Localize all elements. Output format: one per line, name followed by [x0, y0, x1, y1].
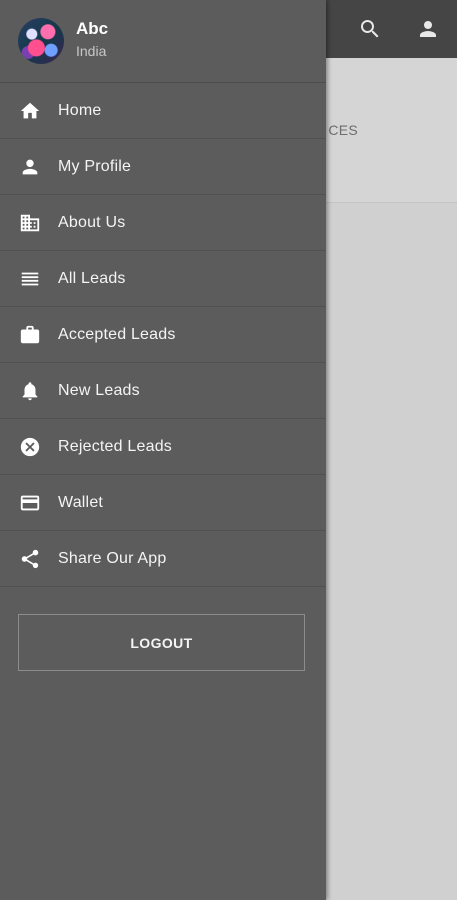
menu-item-home[interactable]: Home: [0, 83, 326, 139]
avatar[interactable]: [18, 18, 64, 64]
user-name: Abc: [76, 19, 109, 38]
building-icon: [19, 212, 41, 234]
menu-item-accepted-leads[interactable]: Accepted Leads: [0, 307, 326, 363]
home-icon: [19, 100, 41, 122]
logout-button[interactable]: LOGOUT: [18, 614, 305, 671]
menu-item-label: Accepted Leads: [58, 325, 176, 343]
menu-item-share-our-app[interactable]: Share Our App: [0, 531, 326, 587]
menu-item-label: Share Our App: [58, 549, 167, 567]
briefcase-icon: [19, 324, 41, 346]
menu-item-label: About Us: [58, 213, 126, 231]
account-button[interactable]: [412, 13, 444, 45]
list-icon: [19, 268, 41, 290]
cancel-circle-icon: [19, 436, 41, 458]
menu-item-label: Home: [58, 101, 102, 119]
menu-item-label: All Leads: [58, 269, 126, 287]
person-icon: [19, 156, 41, 178]
menu-item-label: My Profile: [58, 157, 132, 175]
menu-item-label: Wallet: [58, 493, 104, 511]
bell-icon: [19, 380, 41, 402]
search-button[interactable]: [354, 13, 386, 45]
menu-item-label: Rejected Leads: [58, 437, 172, 455]
account-icon: [420, 21, 436, 37]
user-location: India: [76, 43, 107, 59]
credit-card-icon: [19, 492, 41, 514]
menu-item-wallet[interactable]: Wallet: [0, 475, 326, 531]
menu-item-all-leads[interactable]: All Leads: [0, 251, 326, 307]
menu-item-label: New Leads: [58, 381, 140, 399]
menu-item-rejected-leads[interactable]: Rejected Leads: [0, 419, 326, 475]
menu-item-my-profile[interactable]: My Profile: [0, 139, 326, 195]
search-icon: [361, 20, 379, 38]
menu-item-new-leads[interactable]: New Leads: [0, 363, 326, 419]
navigation-drawer: Abc India Home My Profile About Us All L…: [0, 0, 326, 900]
menu-item-about-us[interactable]: About Us: [0, 195, 326, 251]
share-icon: [19, 548, 41, 570]
drawer-header: Abc India: [0, 0, 326, 83]
